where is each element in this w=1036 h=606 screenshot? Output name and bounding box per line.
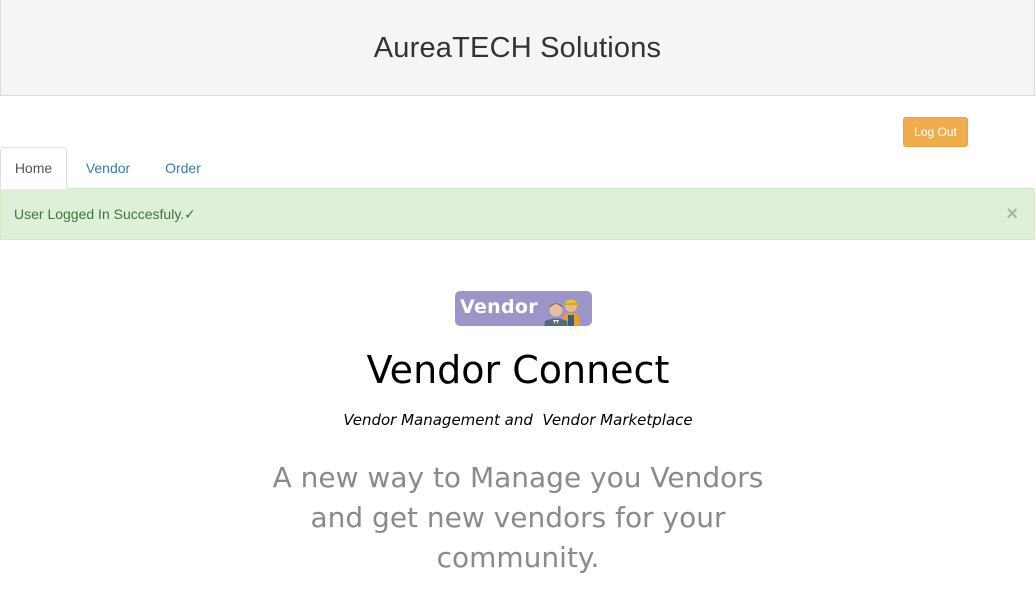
tab-order[interactable]: Order: [150, 147, 216, 188]
nav-tabs: Home Vendor Order: [0, 147, 1036, 189]
alert-message: User Logged In Succesfuly.✓: [14, 205, 196, 222]
tab-vendor[interactable]: Vendor: [70, 147, 146, 188]
alert-close-button[interactable]: ×: [1006, 202, 1018, 226]
vendor-logo-text: Vendor: [460, 296, 538, 318]
page-subtitle: Vendor Management and Vendor Marketplace: [343, 411, 693, 429]
vendor-logo: Vendor: [455, 291, 592, 326]
tab-home[interactable]: Home: [0, 147, 67, 189]
app-title: AureaTECH Solutions: [373, 32, 662, 64]
page-title: Vendor Connect: [366, 348, 670, 392]
app-header: AureaTECH Solutions: [0, 0, 1035, 96]
tagline: A new way to Manage you Vendors and get …: [272, 461, 764, 574]
vendor-people-icon: [544, 299, 581, 326]
success-alert: User Logged In Succesfuly.✓ ×: [0, 188, 1035, 240]
logout-button[interactable]: Log Out: [903, 117, 968, 147]
